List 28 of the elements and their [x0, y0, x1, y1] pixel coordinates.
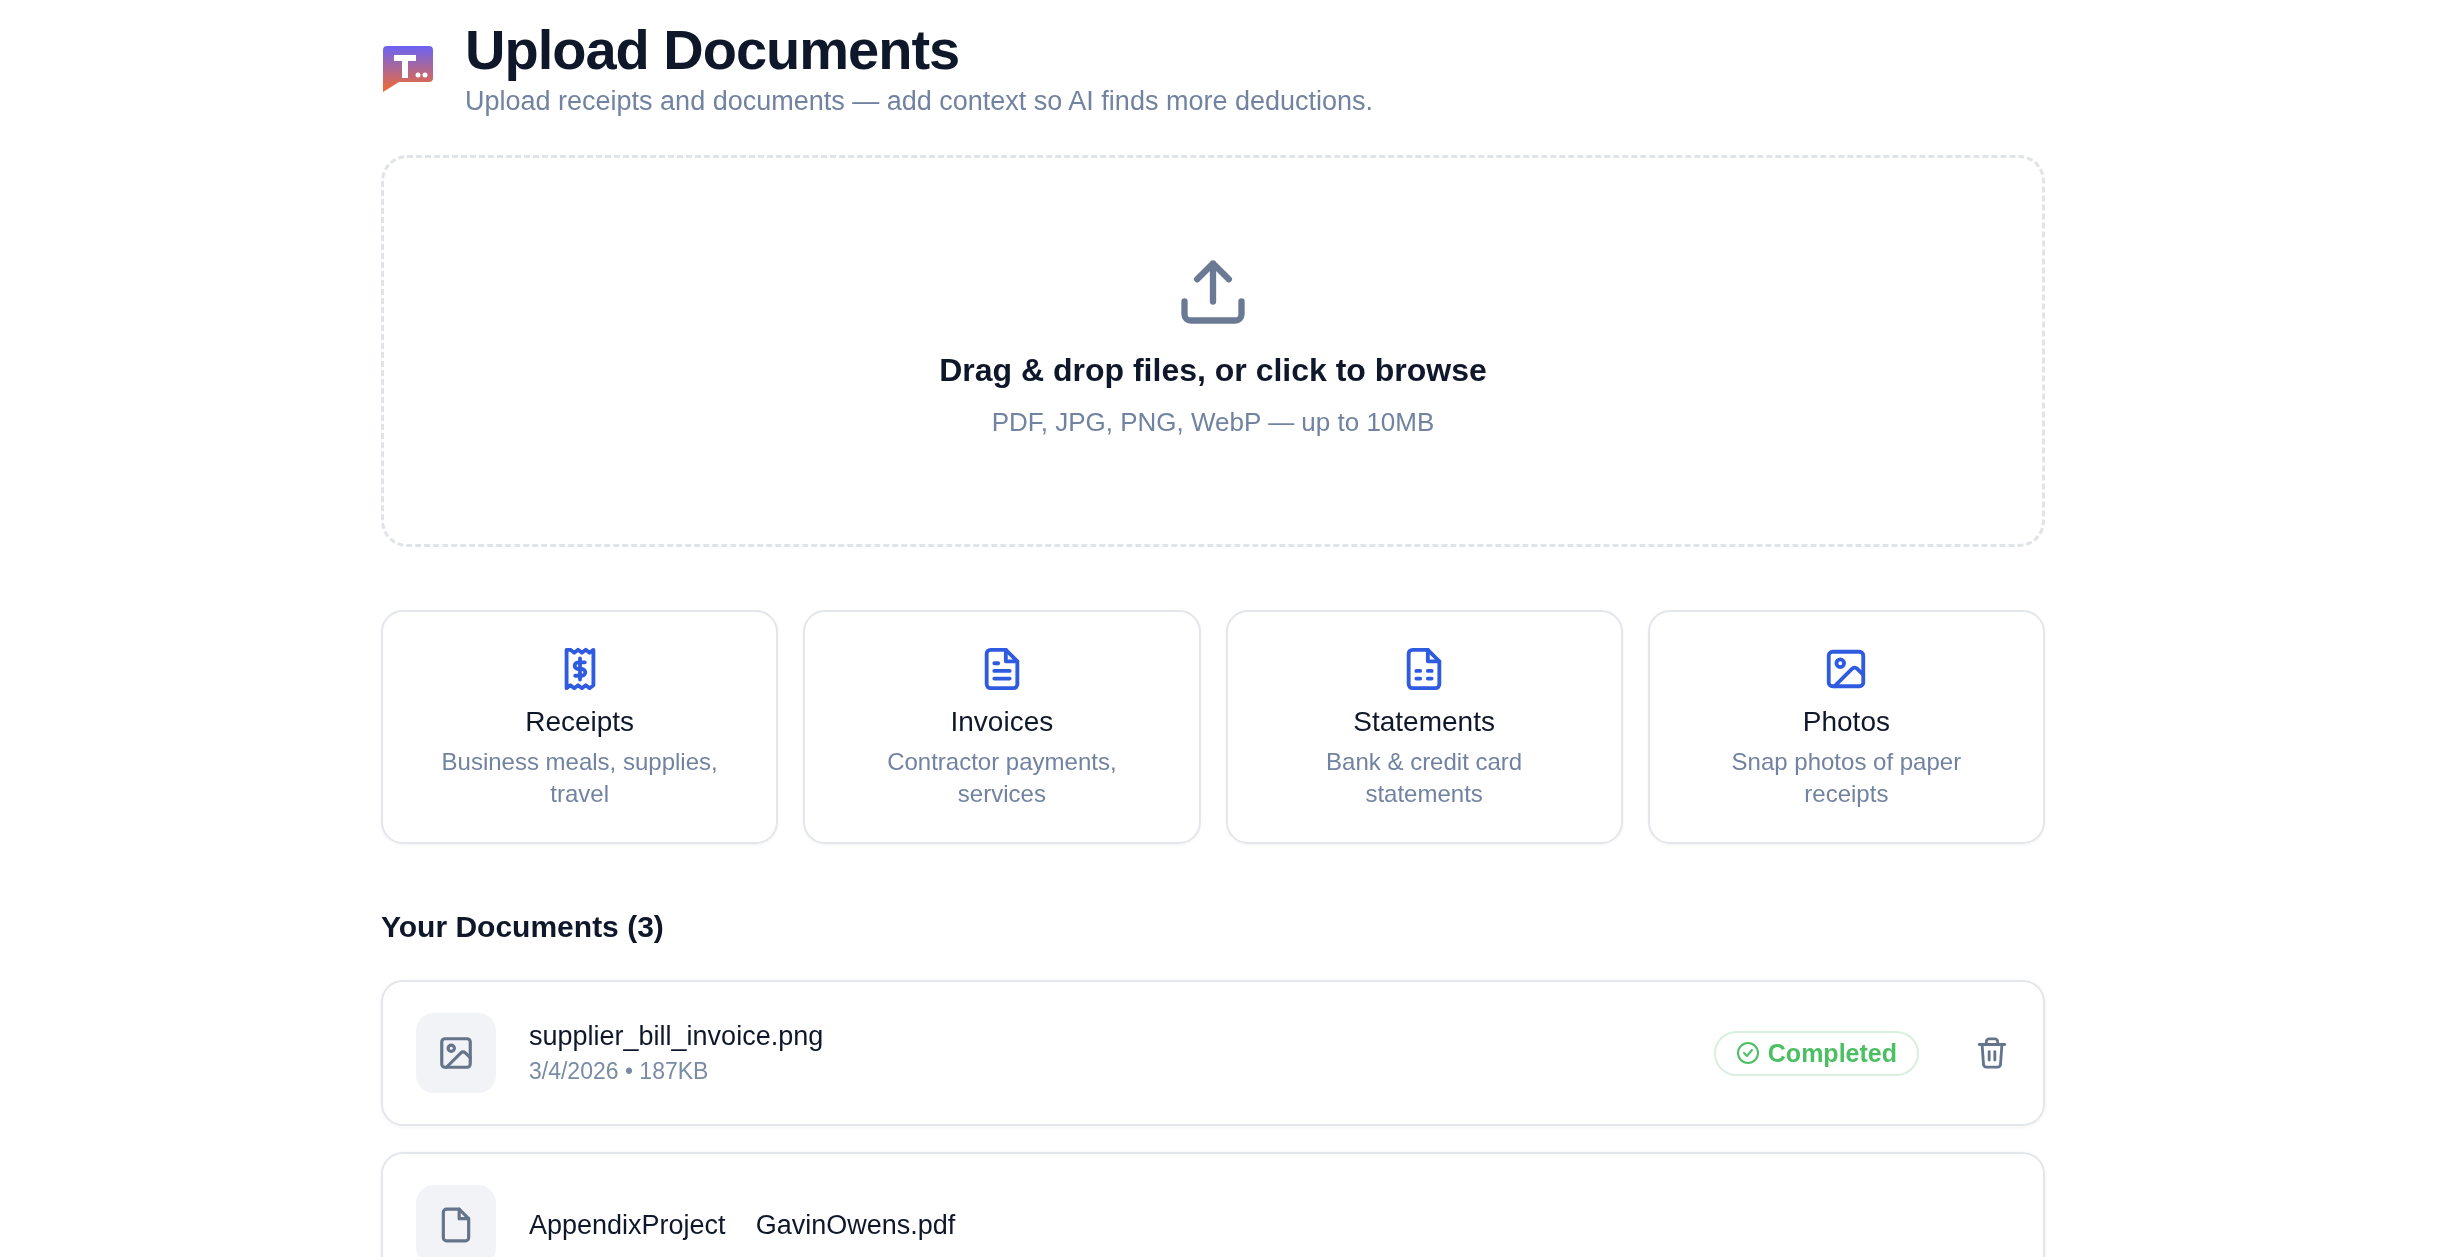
- delete-button[interactable]: [1975, 1036, 2009, 1070]
- section-heading: Your Documents (3): [381, 910, 665, 944]
- file-name: supplier_bill_invoice.png: [529, 1021, 825, 1052]
- dropzone-hint: PDF, JPG, PNG, WebP — up to 10MB: [991, 407, 1435, 438]
- category-card[interactable]: Statements Bank & credit card statements: [1225, 610, 1623, 844]
- card-title: Statements: [1353, 706, 1495, 738]
- file-name: AppendixProject GavinOwens.pdf: [529, 1209, 957, 1241]
- category-card[interactable]: Photos Snap photos of paper receipts: [1647, 610, 2045, 844]
- status-badge: Completed: [1713, 1030, 1919, 1076]
- document-row[interactable]: AppendixProject GavinOwens.pdf: [381, 1152, 2045, 1257]
- card-description: Bank & credit card statements: [1325, 747, 1524, 809]
- card-description: Snap photos of paper receipts: [1730, 747, 1963, 809]
- page-title: Upload Documents: [465, 18, 961, 82]
- category-card[interactable]: Receipts Business meals, supplies, travel: [381, 610, 779, 844]
- file-meta: 3/4/2026 • 187KB: [529, 1058, 710, 1085]
- check-circle-icon: [1735, 1041, 1760, 1065]
- category-card[interactable]: Invoices Contractor payments, services: [803, 610, 1201, 844]
- card-title: Invoices: [950, 706, 1054, 738]
- card-description: Business meals, supplies, travel: [440, 747, 719, 809]
- document-row[interactable]: supplier_bill_invoice.png 3/4/2026 • 187KB Completed: [381, 980, 2045, 1126]
- page-subtitle: Upload receipts and documents — add context so AI finds more deductions.: [465, 86, 1374, 117]
- image-icon: [437, 1034, 475, 1072]
- trash-icon: [1975, 1036, 2009, 1070]
- card-description: Contractor payments, services: [886, 747, 1118, 809]
- card-title: Photos: [1802, 706, 1890, 738]
- upload-dropzone[interactable]: Drag & drop files, or click to browse PDF, JPG, PNG, WebP — up to 10MB: [381, 155, 2045, 547]
- card-title: Receipts: [525, 706, 635, 738]
- dropzone-title: Drag & drop files, or click to browse: [939, 352, 1487, 389]
